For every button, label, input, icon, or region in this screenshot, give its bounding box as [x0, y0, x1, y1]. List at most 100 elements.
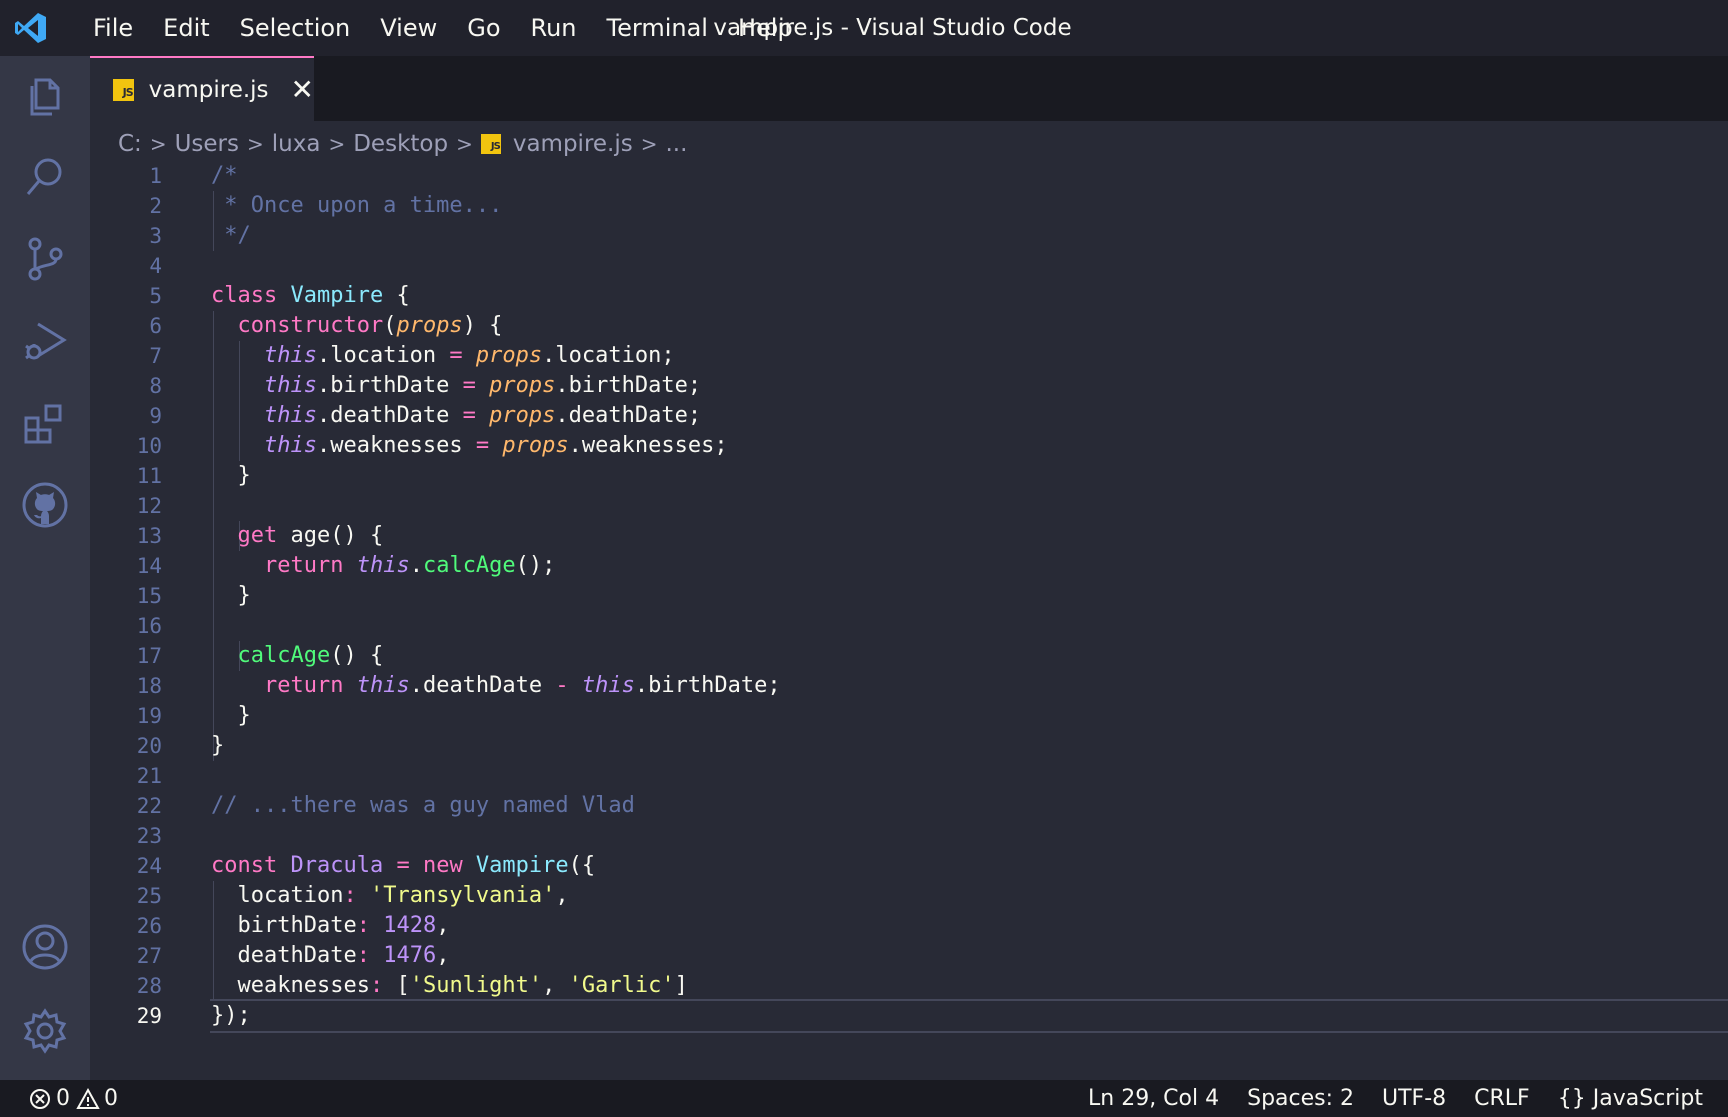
tab-vampire-js[interactable]: JS vampire.js ✕ [90, 56, 314, 121]
code-token: ({ [568, 853, 596, 878]
code-token: Vampire [290, 283, 384, 308]
settings-gear-icon[interactable] [20, 1006, 70, 1056]
code-line: this.deathDate = props.deathDate; [211, 401, 1728, 431]
code-token: props [489, 433, 569, 458]
code-token: () { [330, 643, 384, 668]
code-line: */ [211, 221, 1728, 251]
code-line: birthDate: 1428, [211, 911, 1728, 941]
code-token: : [343, 883, 357, 908]
breadcrumb-drive[interactable]: C: [118, 131, 142, 157]
breadcrumb-more[interactable]: ... [666, 131, 688, 157]
extensions-icon[interactable] [20, 398, 70, 448]
braces-icon: {} [1557, 1086, 1586, 1111]
files-icon[interactable] [20, 70, 70, 120]
line-number: 15 [136, 584, 162, 608]
code-token: calcAge [422, 553, 516, 578]
code-line: return this.deathDate - this.birthDate; [211, 671, 1728, 701]
line-number: 16 [136, 614, 162, 638]
code-line: constructor(props) { [211, 311, 1728, 341]
language-mode[interactable]: {} JavaScript [1558, 1086, 1703, 1111]
menu-view[interactable]: View [365, 0, 452, 56]
chevron-right-icon: > [640, 132, 658, 156]
code-token: , [542, 973, 569, 998]
code-token: ( [383, 313, 397, 338]
code-line: } [211, 731, 1728, 761]
code-line: this.location = props.location; [211, 341, 1728, 371]
code-token: props [475, 373, 556, 398]
line-number: 7 [149, 344, 162, 368]
code-token: location [237, 883, 344, 908]
warning-count: 0 [104, 1086, 118, 1111]
code-token: this [343, 553, 410, 578]
code-token: */ [211, 223, 251, 248]
code-token: // ...there was a guy named Vlad [211, 793, 635, 818]
code-token: , [555, 883, 569, 908]
code-line-current: }); [210, 999, 1728, 1033]
line-number: 20 [136, 734, 162, 758]
menu-edit[interactable]: Edit [148, 0, 224, 56]
file-encoding[interactable]: UTF-8 [1382, 1086, 1446, 1111]
code-token: ] [674, 973, 688, 998]
menu-run[interactable]: Run [516, 0, 592, 56]
code-token: = [475, 433, 490, 458]
code-line: get age() { [211, 521, 1728, 551]
line-number: 1 [149, 164, 162, 188]
line-number: 22 [136, 794, 162, 818]
code-token: class [211, 283, 278, 308]
code-token: /* [211, 163, 238, 188]
breadcrumb-folder[interactable]: Desktop [353, 131, 448, 157]
account-icon[interactable] [20, 922, 70, 972]
code-token: * Once upon a time... [211, 193, 503, 218]
cursor-position[interactable]: Ln 29, Col 4 [1088, 1086, 1219, 1111]
code-line: } [211, 461, 1728, 491]
code-token: } [237, 583, 251, 608]
menu-selection[interactable]: Selection [225, 0, 366, 56]
line-number: 3 [149, 224, 162, 248]
code-token: .deathDate; [555, 403, 702, 428]
line-number: 2 [149, 194, 162, 218]
code-token: return [263, 553, 344, 578]
tab-close-icon[interactable]: ✕ [291, 75, 314, 104]
problems-indicator[interactable]: 0 0 [28, 1080, 118, 1117]
js-file-icon: JS [113, 78, 134, 101]
source-control-icon[interactable] [20, 234, 70, 284]
breadcrumb-users[interactable]: Users [175, 131, 239, 157]
status-right-group: Ln 29, Col 4 Spaces: 2 UTF-8 CRLF {} Jav… [1088, 1080, 1728, 1117]
line-number: 23 [136, 824, 162, 848]
code-line: * Once upon a time... [211, 191, 1728, 221]
line-number: 19 [136, 704, 162, 728]
code-token: = [449, 343, 463, 368]
line-number: 18 [136, 674, 162, 698]
github-icon[interactable] [20, 480, 70, 530]
code-area[interactable]: /* * Once upon a time... */ class Vampir… [210, 161, 1728, 1033]
code-token: } [237, 463, 251, 488]
menu-file[interactable]: File [78, 0, 148, 56]
code-token: 'Garlic' [568, 973, 675, 998]
run-debug-icon[interactable] [20, 316, 70, 366]
chevron-right-icon: > [328, 132, 346, 156]
code-token: [ [383, 973, 410, 998]
line-number: 14 [136, 554, 162, 578]
line-number: 5 [149, 284, 162, 308]
search-icon[interactable] [20, 152, 70, 202]
breadcrumb-user[interactable]: luxa [272, 131, 321, 157]
code-line: class Vampire { [211, 281, 1728, 311]
menu-help[interactable]: Help [723, 0, 808, 56]
error-icon [28, 1087, 52, 1111]
code-token: new [409, 853, 463, 878]
code-editor[interactable]: 1 2 3 4 5 6 7 8 9 10 11 12 13 14 15 16 17 18 19 20 21 22 23 24 2… [90, 161, 1728, 1080]
menu-go[interactable]: Go [452, 0, 515, 56]
line-number: 24 [136, 854, 162, 878]
menu-terminal[interactable]: Terminal [592, 0, 723, 56]
indentation[interactable]: Spaces: 2 [1247, 1086, 1354, 1111]
line-number: 12 [136, 494, 162, 518]
code-token: = [383, 853, 410, 878]
breadcrumb-file[interactable]: vampire.js [513, 131, 633, 157]
code-token: this [263, 373, 317, 398]
line-number: 17 [136, 644, 162, 668]
end-of-line[interactable]: CRLF [1474, 1086, 1530, 1111]
code-token: .location [316, 343, 450, 368]
code-token: . [409, 553, 423, 578]
line-number: 8 [149, 374, 162, 398]
